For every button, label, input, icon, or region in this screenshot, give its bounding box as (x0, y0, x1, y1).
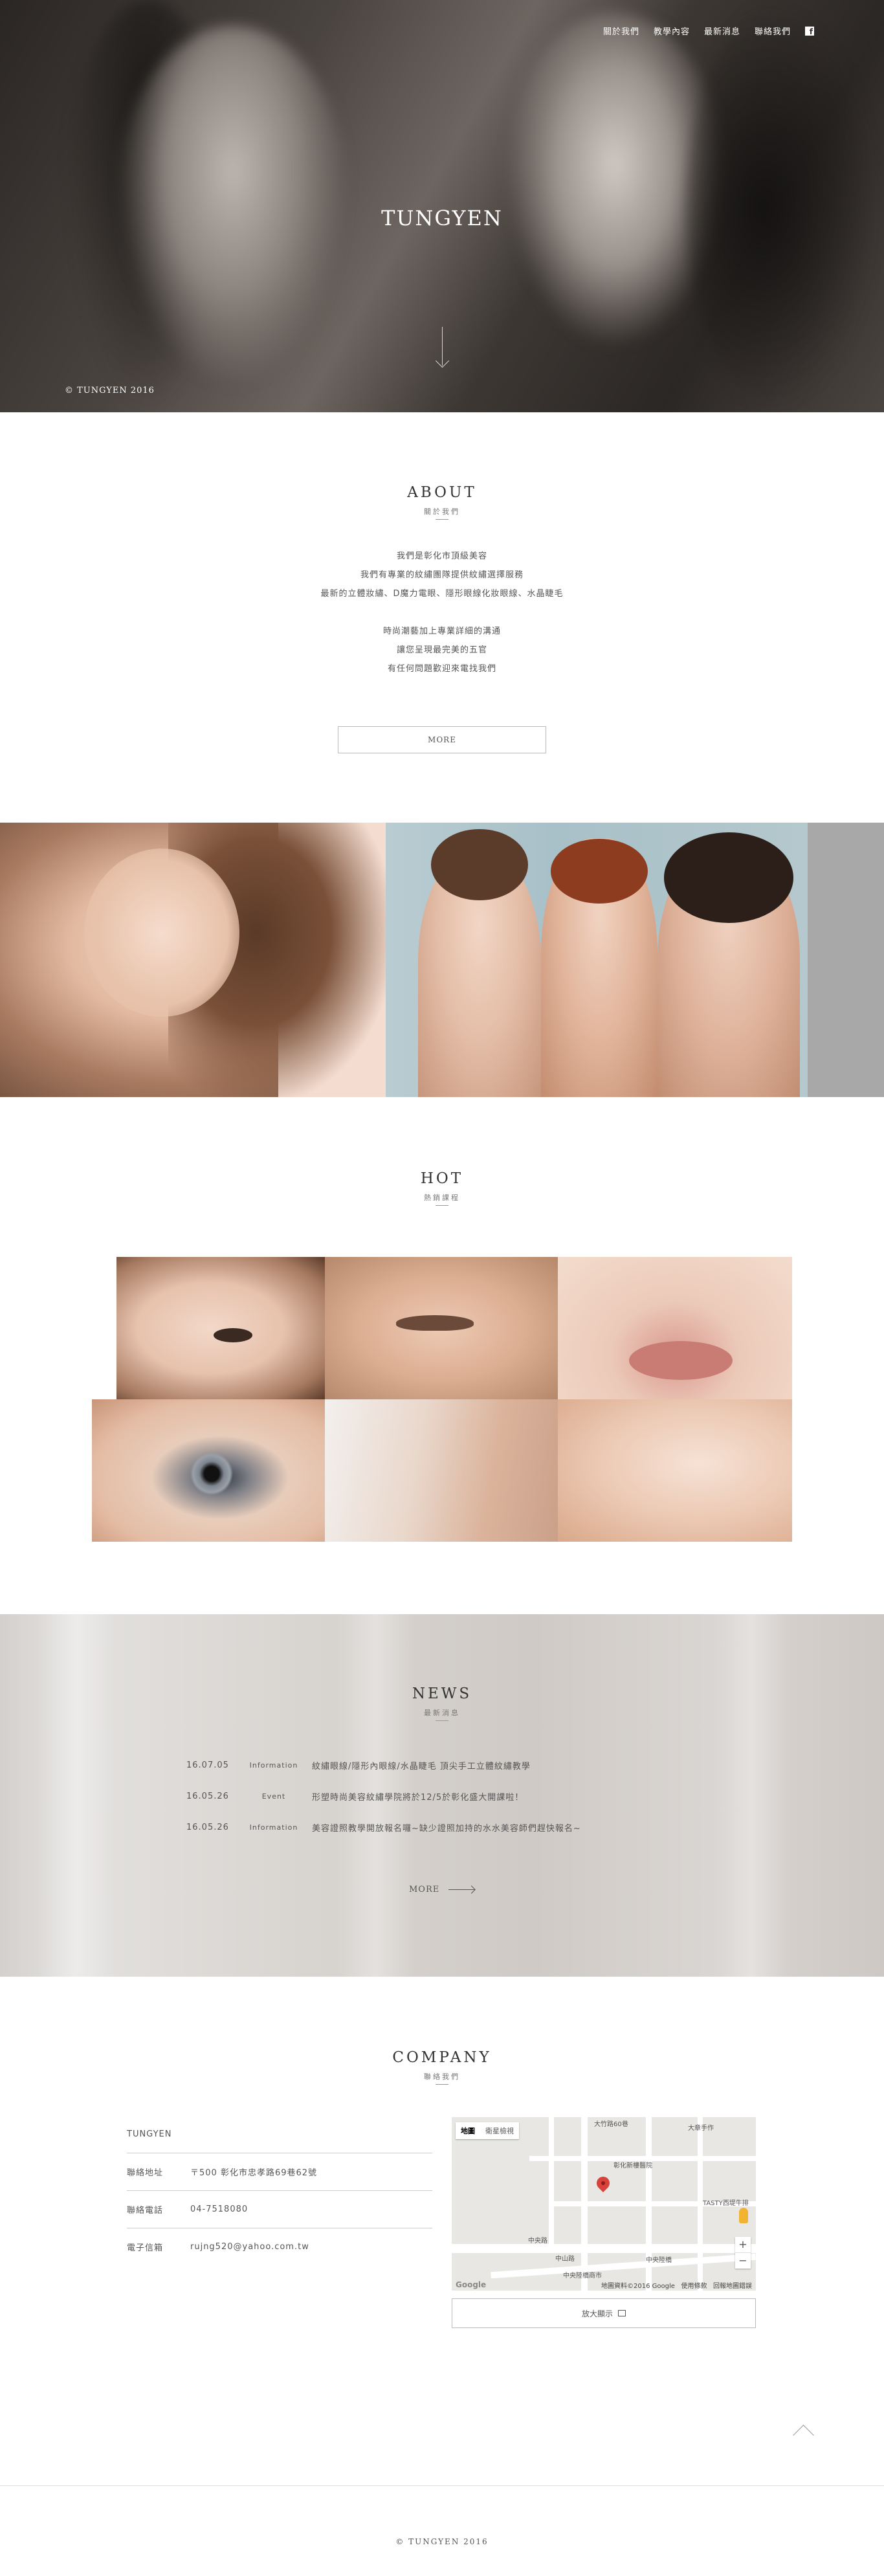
course-tile-lash-extension[interactable] (558, 1399, 792, 1542)
info-row-email: 電子信箱 rujng520@yahoo.com.tw (127, 2228, 432, 2265)
info-value[interactable]: rujng520@yahoo.com.tw (190, 2242, 309, 2252)
hero-title: TUNGYEN (381, 206, 503, 230)
info-label: 聯絡地址 (127, 2168, 164, 2178)
news-category: Event (261, 1792, 286, 1801)
map-pin-icon[interactable] (593, 2173, 613, 2193)
info-label: 聯絡電話 (127, 2206, 164, 2215)
about-title: ABOUT (407, 484, 477, 501)
scroll-down-icon[interactable] (442, 327, 443, 366)
about-line: 最新的立體妝繡、D魔力電眼、隱形眼線化妝眼線、水晶睫毛 (320, 589, 564, 599)
about-line: 有任何問題歡迎來電找我們 (387, 664, 496, 674)
divider (436, 2084, 448, 2085)
banner-section (0, 823, 884, 1097)
news-category: Information (249, 1823, 298, 1832)
divider (436, 519, 448, 520)
course-tile-eyeliner[interactable] (325, 1257, 558, 1399)
about-subtitle: 關於我們 (424, 507, 460, 516)
footer-divider (0, 2485, 884, 2486)
map-report-link[interactable]: 回報地圖錯誤 (713, 2283, 752, 2290)
back-to-top-icon[interactable] (790, 2417, 818, 2446)
divider (436, 1720, 448, 1721)
map-label: 大竹路60巷 (594, 2121, 628, 2128)
map-data-credit: 地圖資料©2016 Google (601, 2282, 675, 2290)
map-type-satellite[interactable]: 衛星檢視 (480, 2122, 519, 2139)
google-logo: Google (456, 2280, 487, 2289)
map-label: 彰化新樓醫院 (613, 2162, 652, 2170)
news-item[interactable]: 16.07.05 Information 紋繡眼線/隱形內眼線/水晶睫毛 頂尖手… (186, 1759, 531, 1771)
about-line: 我們是彰化市頂級美容 (396, 551, 487, 561)
news-category: Information (249, 1761, 298, 1770)
news-date: 16.07.05 (186, 1760, 229, 1770)
banner-image-three-models (386, 823, 808, 1097)
news-item[interactable]: 16.05.26 Information 美容證照教學開放報名囉~缺少證照加持的… (186, 1821, 581, 1834)
info-value[interactable]: 04-7518080 (190, 2204, 248, 2214)
info-row-phone: 聯絡電話 04-7518080 (127, 2190, 432, 2228)
course-tile-skincare[interactable] (325, 1399, 558, 1542)
company-subtitle: 聯絡我們 (424, 2072, 460, 2081)
footer-copyright: © TUNGYEN 2016 (395, 2537, 489, 2546)
info-label: 電子信箱 (127, 2243, 164, 2253)
news-date: 16.05.26 (186, 1823, 229, 1832)
about-line: 讓您呈現最完美的五官 (396, 645, 487, 655)
news-headline[interactable]: 美容證照教學開放報名囉~缺少證照加持的水水美容師們趕快報名~ (309, 1821, 581, 1834)
map-type-control: 地圖 衛星檢視 (456, 2122, 519, 2139)
map-label: TASTY西堤牛排 (703, 2200, 749, 2207)
course-tile-eyes[interactable] (116, 1257, 325, 1399)
banner-image-model (0, 823, 388, 1097)
zoom-in-button[interactable]: + (735, 2237, 751, 2252)
news-date: 16.05.26 (186, 1792, 229, 1801)
arrow-right-icon (448, 1889, 475, 1890)
banner-image-edge (808, 823, 884, 1097)
about-line: 我們有專業的紋繡團隊提供紋繡選擇服務 (360, 570, 524, 580)
news-item[interactable]: 16.05.26 Event 形塑時尚美容紋繡學院將於12/5於彰化盛大開課啦！ (186, 1790, 524, 1803)
news-more-label: MORE (409, 1885, 440, 1894)
nav-item-courses[interactable]: 教學內容 (654, 25, 690, 37)
course-tile-lashes[interactable] (92, 1399, 325, 1542)
company-title: COMPANY (392, 2049, 492, 2066)
map-footer: Google 地圖資料©2016 Google 使用條款 回報地圖錯誤 (452, 2279, 756, 2291)
nav-item-about[interactable]: 關於我們 (603, 25, 639, 37)
map-label: 中央陸橋 (646, 2257, 672, 2264)
about-line: 時尚潮藝加上專業詳細的溝通 (382, 627, 501, 636)
enlarge-map-button[interactable]: 放大顯示 (452, 2298, 756, 2328)
google-map[interactable]: 地圖 衛星檢視 大竹路60巷 彰化新樓醫院 大章手作 TASTY西堤牛排 中央路… (452, 2117, 756, 2291)
news-headline[interactable]: 紋繡眼線/隱形內眼線/水晶睫毛 頂尖手工立體紋繡教學 (309, 1759, 531, 1771)
divider (436, 1205, 448, 1206)
hero-copyright: © TUNGYEN 2016 (65, 386, 155, 395)
map-label: 中央路 (528, 2237, 547, 2245)
map-zoom-control: + − (735, 2237, 751, 2269)
news-title: NEWS (412, 1685, 472, 1702)
nav-item-news[interactable]: 最新消息 (704, 25, 740, 37)
news-subtitle: 最新消息 (424, 1709, 460, 1717)
news-headline[interactable]: 形塑時尚美容紋繡學院將於12/5於彰化盛大開課啦！ (309, 1790, 524, 1803)
main-nav: 關於我們 教學內容 最新消息 聯絡我們 f (603, 25, 814, 37)
map-type-map[interactable]: 地圖 (456, 2122, 480, 2139)
hot-course-grid (92, 1257, 792, 1542)
hot-title: HOT (420, 1170, 464, 1187)
map-label: 中央陸橋商市 (563, 2272, 602, 2280)
about-more-button[interactable]: MORE (338, 726, 546, 753)
street-view-pegman-icon[interactable] (739, 2208, 748, 2223)
page: 關於我們 教學內容 最新消息 聯絡我們 f TUNGYEN © TUNGYEN … (0, 0, 884, 2576)
map-terms-link[interactable]: 使用條款 (681, 2283, 707, 2290)
external-link-icon (618, 2310, 626, 2316)
zoom-out-button[interactable]: − (735, 2253, 751, 2269)
company-name: TUNGYEN (127, 2129, 172, 2139)
hot-subtitle: 熱銷課程 (424, 1194, 460, 1202)
map-label: 中山路 (555, 2256, 575, 2263)
enlarge-map-label: 放大顯示 (581, 2309, 613, 2318)
map-label: 大章手作 (688, 2125, 714, 2132)
info-value: 〒500 彰化市忠孝路69巷62號 (190, 2168, 318, 2178)
nav-item-contact[interactable]: 聯絡我們 (755, 25, 791, 37)
hero-section: 關於我們 教學內容 最新消息 聯絡我們 f TUNGYEN © TUNGYEN … (0, 0, 884, 412)
facebook-icon[interactable]: f (805, 26, 814, 36)
about-text: 我們是彰化市頂級美容 我們有專業的紋繡團隊提供紋繡選擇服務 最新的立體妝繡、D魔… (0, 547, 884, 678)
course-tile-lips[interactable] (558, 1257, 792, 1399)
info-row-address: 聯絡地址 〒500 彰化市忠孝路69巷62號 (127, 2153, 432, 2190)
news-more-link[interactable]: MORE (409, 1885, 475, 1894)
